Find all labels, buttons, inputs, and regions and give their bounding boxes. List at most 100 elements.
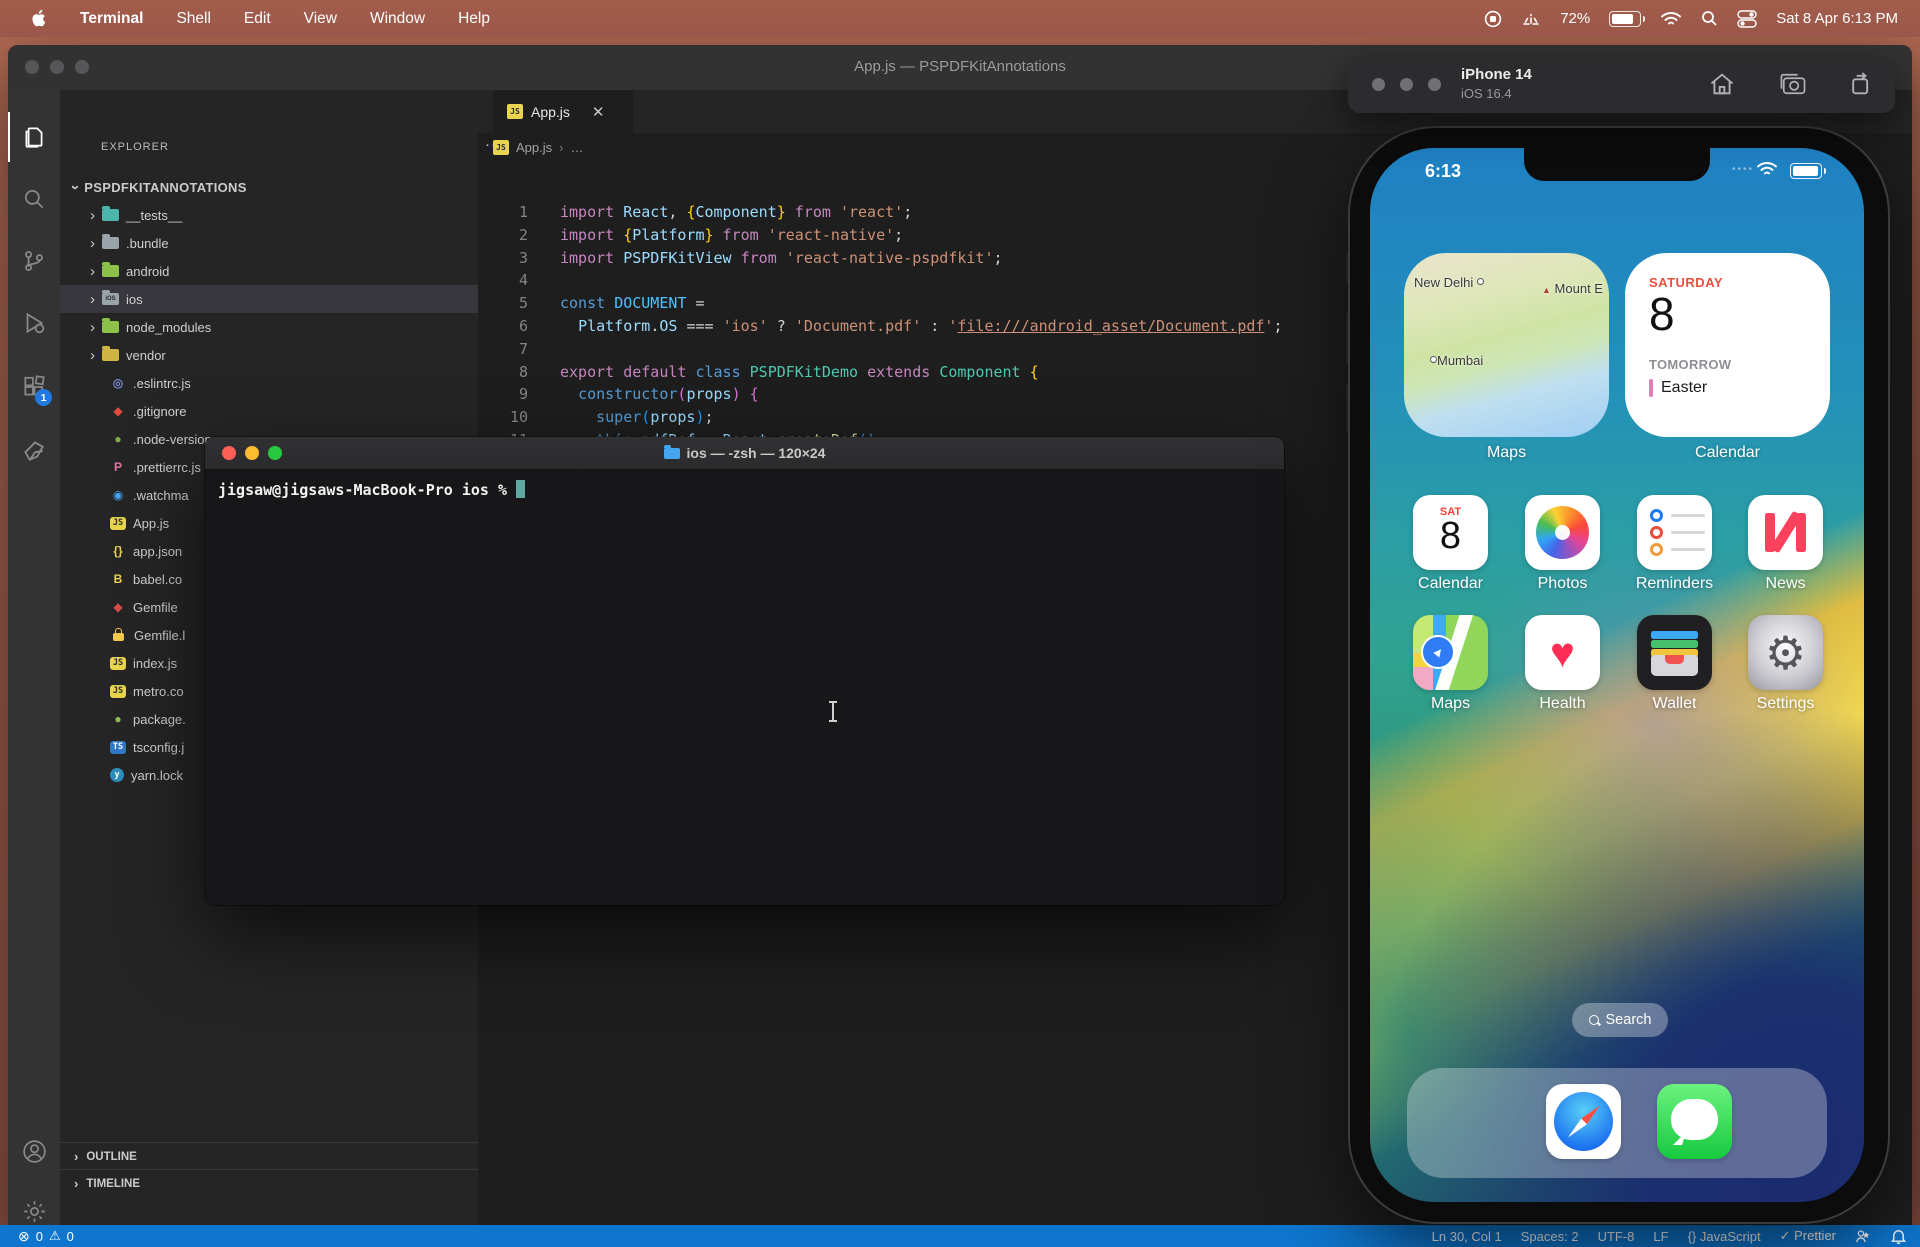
- terminal-zoom-button[interactable]: [268, 446, 282, 460]
- menu-view[interactable]: View: [304, 10, 337, 28]
- status-spaces-2[interactable]: Spaces: 2: [1521, 1229, 1579, 1244]
- vscode-status-bar: ⊗ 0 ⚠ 0 Ln 30, Col 1 Spaces: 2 UTF-8 LF {} J…: [0, 1225, 1920, 1247]
- status-ln-30-col-1[interactable]: Ln 30, Col 1: [1432, 1229, 1502, 1244]
- app-health[interactable]: ♥ Health: [1525, 615, 1600, 690]
- source-control-icon[interactable]: [8, 236, 60, 286]
- code-line-6: 6 Platform.OS === 'ios' ? 'Document.pdf'…: [478, 315, 1282, 338]
- menu-help[interactable]: Help: [458, 10, 490, 28]
- file-label: .bundle: [126, 236, 169, 251]
- file-label: .node-version: [133, 432, 212, 447]
- simulator-minimize-button[interactable]: [1400, 78, 1413, 91]
- explorer-item-node-modules[interactable]: ›node_modules: [60, 313, 478, 341]
- breadcrumb-separator: ›: [559, 140, 563, 155]
- terminal-window: ios — -zsh — 120×24 jigsaw@jigsaws-MacBo…: [205, 437, 1284, 905]
- explorer-item-eslintrc-js[interactable]: ◎.eslintrc.js: [60, 369, 478, 397]
- battery-icon[interactable]: [1609, 11, 1641, 27]
- explorer-item-ios[interactable]: ›iOSios: [60, 285, 478, 313]
- messages-app-icon[interactable]: [1657, 1084, 1732, 1159]
- app-photos[interactable]: Photos: [1525, 495, 1600, 570]
- project-root-row[interactable]: › PSPDFKITANNOTATIONS: [60, 173, 478, 201]
- simulator-zoom-button[interactable]: [1428, 78, 1441, 91]
- feedback-icon[interactable]: [1855, 1229, 1872, 1244]
- app-wallet[interactable]: Wallet: [1637, 615, 1712, 690]
- terminal-body[interactable]: jigsaw@jigsaws-MacBook-Pro ios %: [205, 470, 1284, 905]
- menu-app-name[interactable]: Terminal: [80, 10, 143, 28]
- status-prettier[interactable]: ✓ Prettier: [1780, 1228, 1836, 1244]
- code-line-7: 7: [478, 338, 1282, 361]
- safari-app-icon[interactable]: [1546, 1084, 1621, 1159]
- warnings-count[interactable]: 0: [67, 1229, 74, 1244]
- status-lf[interactable]: LF: [1653, 1229, 1668, 1244]
- terminal-minimize-button[interactable]: [245, 446, 259, 460]
- activity-bar: 1: [8, 90, 60, 1225]
- app-calendar[interactable]: SAT 8 Calendar: [1413, 495, 1488, 570]
- simulator-close-button[interactable]: [1372, 78, 1385, 91]
- outline-section[interactable]: › OUTLINE: [60, 1142, 478, 1170]
- warnings-icon[interactable]: ⚠: [49, 1228, 61, 1244]
- explorer-item-bundle[interactable]: › .bundle: [60, 229, 478, 257]
- errors-icon[interactable]: ⊗: [18, 1228, 30, 1245]
- timeline-section[interactable]: › TIMELINE: [60, 1169, 478, 1197]
- explorer-icon[interactable]: [8, 112, 60, 162]
- calendar-widget[interactable]: SATURDAY 8 TOMORROW Easter: [1625, 253, 1830, 437]
- menu-clock[interactable]: Sat 8 Apr 6:13 PM: [1776, 10, 1898, 27]
- file-icon: ●: [110, 713, 126, 725]
- app-reminders[interactable]: Reminders: [1637, 495, 1712, 570]
- explorer-item-vendor[interactable]: ›vendor: [60, 341, 478, 369]
- maps-widget[interactable]: New Delhi ▲ Mount E Mumbai: [1404, 253, 1609, 437]
- stage-light-icon[interactable]: [1521, 11, 1541, 27]
- pspdfkit-extension-icon[interactable]: [8, 425, 60, 475]
- control-center-icon[interactable]: [1737, 10, 1757, 28]
- file-label: babel.co: [133, 572, 182, 587]
- file-label: Gemfile.l: [134, 628, 185, 643]
- extensions-icon[interactable]: 1: [8, 362, 60, 412]
- simulator-os-version: iOS 16.4: [1461, 86, 1512, 101]
- chevron-right-icon: ›: [90, 236, 102, 251]
- code-line-8: 8export default class PSPDFKitDemo exten…: [478, 361, 1282, 384]
- run-debug-icon[interactable]: [8, 298, 60, 348]
- screenshot-camera-icon[interactable]: [1778, 71, 1808, 97]
- explorer-item-android[interactable]: ›android: [60, 257, 478, 285]
- wifi-icon: [1756, 161, 1778, 177]
- menu-shell[interactable]: Shell: [176, 10, 210, 28]
- file-label: android: [126, 264, 169, 279]
- terminal-titlebar[interactable]: ios — -zsh — 120×24: [205, 437, 1284, 470]
- file-label: index.js: [133, 656, 177, 671]
- terminal-close-button[interactable]: [222, 446, 236, 460]
- maps-widget-caption: Maps: [1404, 444, 1609, 462]
- status-javascript[interactable]: {} JavaScript: [1688, 1229, 1761, 1244]
- menu-edit[interactable]: Edit: [244, 10, 271, 28]
- rotate-device-icon[interactable]: [1845, 71, 1873, 97]
- search-icon[interactable]: [8, 174, 60, 224]
- explorer-item-gitignore[interactable]: ◆.gitignore: [60, 397, 478, 425]
- dock: [1407, 1068, 1827, 1178]
- map-label-mumbai: Mumbai: [1430, 353, 1483, 368]
- battery-percentage[interactable]: 72%: [1560, 10, 1590, 27]
- errors-count[interactable]: 0: [36, 1229, 43, 1244]
- spotlight-search-icon[interactable]: [1701, 10, 1718, 27]
- close-tab-icon[interactable]: ✕: [592, 103, 605, 121]
- photos-app-icon: [1525, 495, 1600, 570]
- app-news[interactable]: News: [1748, 495, 1823, 570]
- app-maps[interactable]: ▲ Maps: [1413, 615, 1488, 690]
- screen-recording-stop-icon[interactable]: [1484, 10, 1502, 28]
- spotlight-search-pill[interactable]: Search: [1572, 1003, 1668, 1037]
- home-icon[interactable]: [1708, 71, 1736, 97]
- app-settings[interactable]: ⚙ Settings: [1748, 615, 1823, 690]
- chevron-down-icon: ›: [68, 184, 83, 189]
- accounts-icon[interactable]: [8, 1126, 60, 1176]
- outline-label: OUTLINE: [86, 1151, 136, 1163]
- wifi-icon[interactable]: [1660, 11, 1682, 27]
- apple-logo-icon[interactable]: [30, 9, 47, 29]
- chevron-right-icon: ›: [74, 1150, 78, 1163]
- status-utf-8[interactable]: UTF-8: [1598, 1229, 1635, 1244]
- explorer-item-tests[interactable]: ›__tests__: [60, 201, 478, 229]
- breadcrumb[interactable]: JS App.js › …: [493, 140, 583, 155]
- file-label: vendor: [126, 348, 166, 363]
- menu-window[interactable]: Window: [370, 10, 425, 28]
- folder-icon: [102, 265, 119, 277]
- calendar-widget-caption: Calendar: [1625, 444, 1830, 462]
- tab-appjs[interactable]: JS App.js ✕: [493, 90, 633, 133]
- notifications-bell-icon[interactable]: [1891, 1228, 1906, 1244]
- wallet-app-icon: [1637, 615, 1712, 690]
